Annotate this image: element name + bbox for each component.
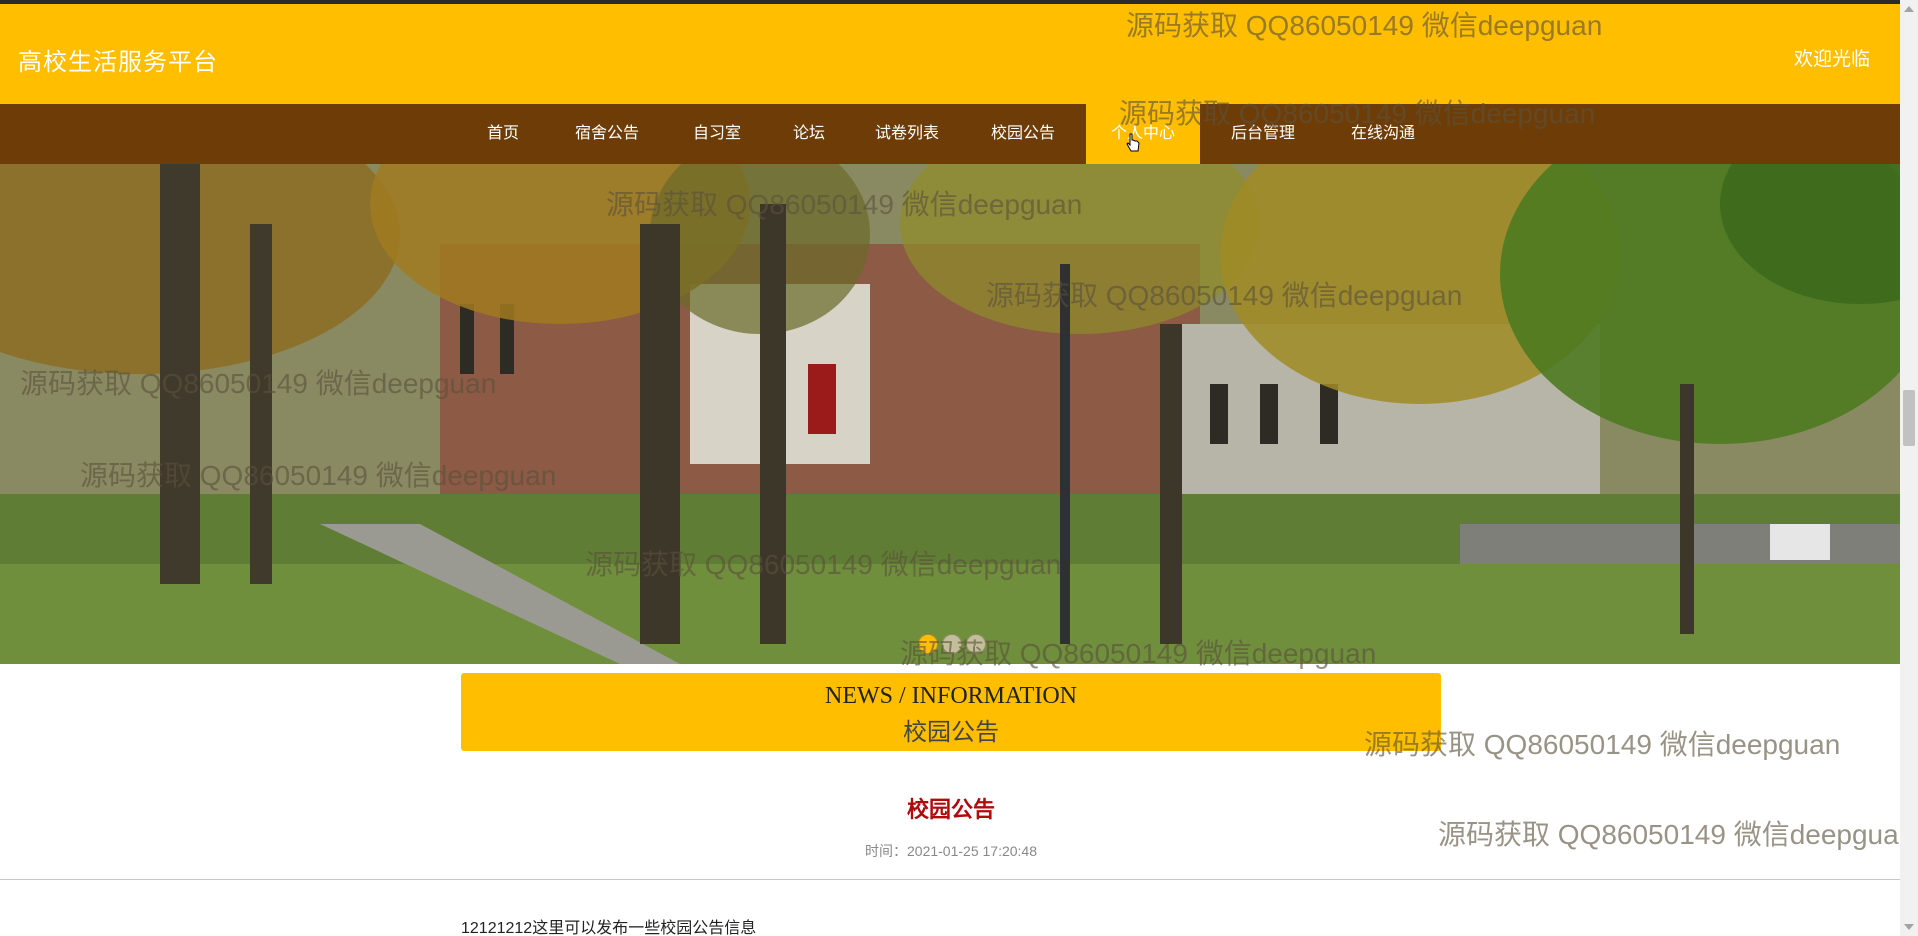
nav-item-home[interactable]: 首页	[470, 104, 536, 164]
nav-item-exam-list[interactable]: 试卷列表	[858, 104, 956, 164]
nav-item-dorm-notice[interactable]: 宿舍公告	[558, 104, 656, 164]
news-header: NEWS / INFORMATION 校园公告	[461, 673, 1441, 751]
campus-photo-icon	[0, 164, 1900, 664]
carousel-dot-1[interactable]	[918, 634, 938, 654]
nav-item-forum[interactable]: 论坛	[778, 104, 840, 164]
scroll-down-icon[interactable]	[1904, 924, 1914, 930]
site-header: 高校生活服务平台 欢迎光临	[0, 4, 1900, 104]
page: 高校生活服务平台 欢迎光临 首页 宿舍公告 自习室 论坛 试卷列表 校园公告 个…	[0, 0, 1918, 936]
article-title: 校园公告	[906, 797, 995, 822]
scrollbar-thumb[interactable]	[1903, 390, 1915, 446]
article-body: 12121212这里可以发布一些校园公告信息	[461, 920, 757, 936]
main-nav: 首页 宿舍公告 自习室 论坛 试卷列表 校园公告 个人中心 后台管理 在线沟通	[0, 104, 1900, 164]
scroll-up-icon[interactable]	[1904, 6, 1914, 12]
carousel-dot-2[interactable]	[942, 634, 962, 654]
article-time: 时间：2021-01-25 17:20:48	[865, 843, 1037, 859]
nav-item-personal-center[interactable]: 个人中心	[1086, 104, 1200, 164]
hand-cursor-icon	[1126, 133, 1140, 152]
site-title[interactable]: 高校生活服务平台	[18, 42, 218, 77]
nav-item-campus-notice[interactable]: 校园公告	[974, 104, 1072, 164]
page-scrollbar[interactable]	[1900, 0, 1918, 936]
nav-item-study-room[interactable]: 自习室	[678, 104, 756, 164]
divider	[0, 879, 1900, 880]
carousel-dot-3[interactable]	[966, 634, 986, 654]
campus-banner[interactable]	[0, 164, 1900, 664]
nav-item-admin[interactable]: 后台管理	[1214, 104, 1312, 164]
welcome-text: 欢迎光临	[1793, 48, 1870, 70]
watermark-10: 源码获取 QQ86050149 微信deepguan	[1438, 819, 1915, 850]
news-cn-title: 校园公告	[903, 720, 999, 746]
nav-item-online-chat[interactable]: 在线沟通	[1334, 104, 1432, 164]
news-en-title: NEWS / INFORMATION	[825, 683, 1077, 709]
